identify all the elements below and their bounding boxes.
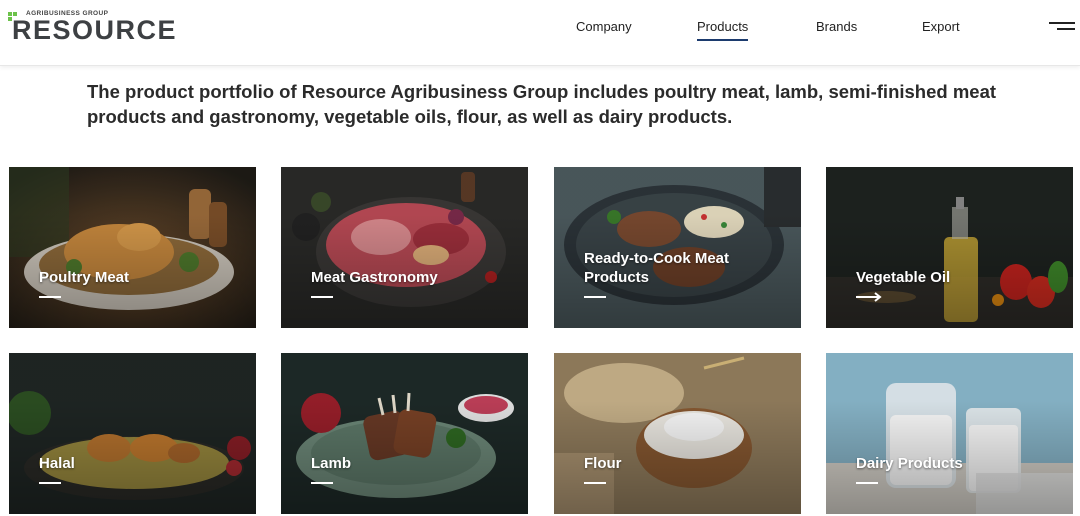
nav-export[interactable]: Export bbox=[922, 19, 960, 34]
card-underline bbox=[856, 482, 878, 484]
arrow-right-icon bbox=[856, 292, 882, 302]
card-underline bbox=[584, 482, 606, 484]
product-card-poultry-meat[interactable]: Poultry Meat bbox=[9, 167, 256, 328]
card-label: Lamb bbox=[311, 455, 352, 472]
product-card-lamb[interactable]: Lamb bbox=[281, 353, 528, 514]
card-label: Meat Gastronomy bbox=[311, 269, 438, 286]
card-underline bbox=[584, 296, 606, 298]
nav-brands[interactable]: Brands bbox=[816, 19, 857, 34]
card-label: Poultry Meat bbox=[39, 269, 130, 286]
card-label: Halal bbox=[39, 455, 75, 472]
logo-wordmark: RESOURCE bbox=[12, 15, 178, 45]
product-card-ready-to-cook[interactable]: Ready-to-Cook Meat Products bbox=[554, 167, 801, 328]
card-label: Dairy Products bbox=[856, 455, 963, 472]
product-card-meat-gastronomy[interactable]: Meat Gastronomy bbox=[281, 167, 528, 328]
card-label: Flour bbox=[584, 455, 622, 472]
card-underline bbox=[311, 296, 333, 298]
resource-logo[interactable]: AGRIBUSINESS GROUP RESOURCE bbox=[8, 10, 190, 45]
product-card-halal[interactable]: Halal bbox=[9, 353, 256, 514]
product-card-dairy[interactable]: Dairy Products bbox=[826, 353, 1073, 514]
product-card-vegetable-oil[interactable]: Vegetable Oil bbox=[826, 167, 1073, 328]
nav-products[interactable]: Products bbox=[697, 19, 749, 41]
card-underline bbox=[311, 482, 333, 484]
product-card-flour[interactable]: Flour bbox=[554, 353, 801, 514]
card-underline bbox=[39, 482, 61, 484]
card-underline bbox=[39, 296, 61, 298]
card-label: Vegetable Oil bbox=[856, 269, 951, 286]
intro-text: The product portfolio of Resource Agribu… bbox=[87, 81, 997, 127]
nav-company[interactable]: Company bbox=[576, 19, 632, 34]
site-header: AGRIBUSINESS GROUP RESOURCE Company Prod… bbox=[0, 0, 1080, 66]
card-label: Ready-to-Cook Meat Products bbox=[584, 250, 730, 286]
hamburger-menu-icon[interactable] bbox=[1049, 20, 1075, 34]
